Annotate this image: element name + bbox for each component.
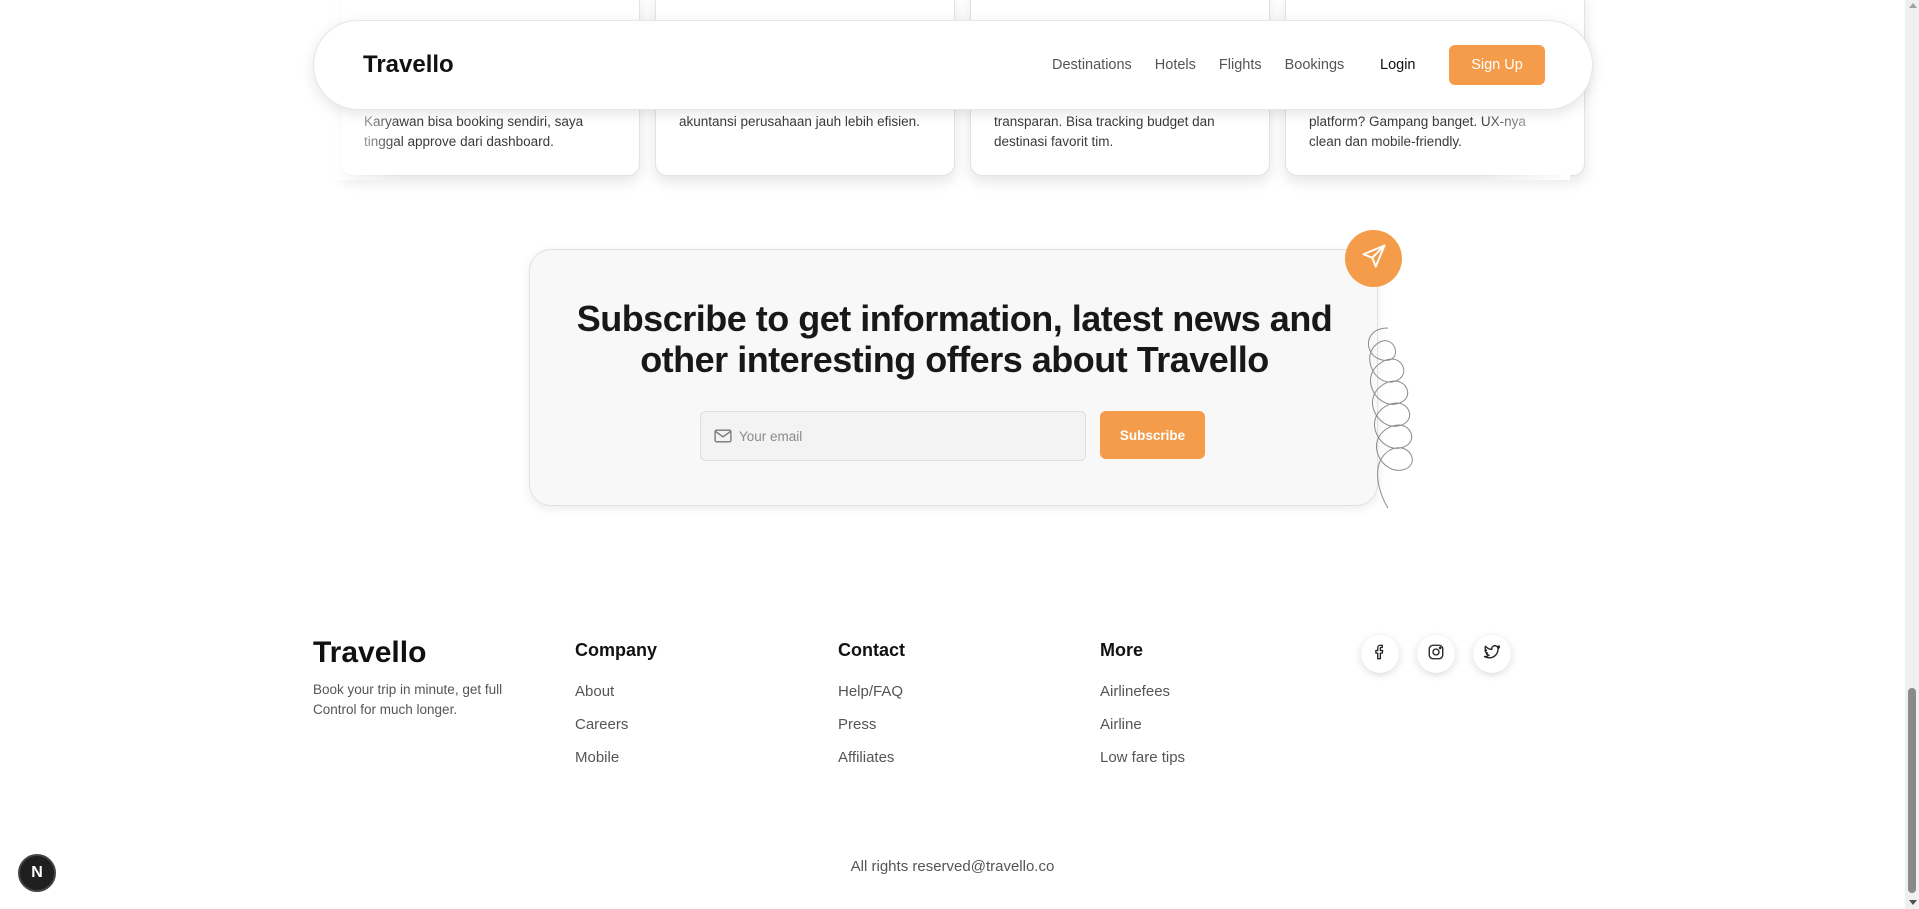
footer-link-airlinefees[interactable]: Airlinefees [1100,683,1185,700]
footer-column-more: More Airlinefees Airline Low fare tips [1100,640,1185,782]
testimonial-text: akuntansi perusahaan jauh lebih efisien. [679,114,920,129]
dev-tools-badge[interactable]: N [18,854,56,892]
scroll-up-arrow[interactable] [1909,3,1917,8]
twitter-button[interactable] [1473,635,1511,673]
footer-column-company: Company About Careers Mobile [575,640,657,782]
twitter-icon [1483,643,1501,666]
testimonial-text: Karyawan bisa booking sendiri, saya ting… [364,114,584,149]
footer-link-affiliates[interactable]: Affiliates [838,749,905,766]
instagram-icon [1427,643,1445,666]
footer-link-careers[interactable]: Careers [575,716,657,733]
paper-plane-icon [1360,242,1388,275]
footer-link-press[interactable]: Press [838,716,905,733]
nav-link-destinations[interactable]: Destinations [1052,57,1132,73]
email-input[interactable] [739,412,1069,460]
navbar-brand[interactable]: Travello [363,51,454,79]
mail-icon [713,426,733,451]
testimonial-text: transparan. Bisa tracking budget dan des… [994,114,1215,149]
spiral-decoration [1368,327,1413,509]
subscribe-section: Subscribe to get information, latest new… [529,249,1378,506]
scrollbar[interactable] [1905,0,1919,909]
footer-column-title: More [1100,640,1144,660]
footer-link-low-fare-tips[interactable]: Low fare tips [1100,749,1185,766]
navbar: Travello Destinations Hotels Flights Boo… [313,20,1593,110]
scroll-down-arrow[interactable] [1909,900,1917,905]
nav-link-hotels[interactable]: Hotels [1155,57,1196,73]
email-field[interactable] [700,411,1086,461]
subscribe-button[interactable]: Subscribe [1100,411,1205,459]
footer-brand[interactable]: Travello [313,636,426,670]
nav-links: Destinations Hotels Flights Bookings [1052,57,1344,73]
login-link[interactable]: Login [1380,57,1415,73]
instagram-button[interactable] [1417,635,1455,673]
footer-tagline: Book your trip in minute, get full Contr… [313,682,503,717]
footer-column-contact: Contact Help/FAQ Press Affiliates [838,640,905,782]
footer-column-title: Contact [838,640,905,660]
scroll-thumb[interactable] [1908,688,1916,893]
nav-link-flights[interactable]: Flights [1219,57,1262,73]
facebook-icon [1371,643,1389,666]
nav-link-bookings[interactable]: Bookings [1285,57,1345,73]
footer-link-help-faq[interactable]: Help/FAQ [838,683,905,700]
social-links [1361,635,1511,673]
facebook-button[interactable] [1361,635,1399,673]
footer-link-about[interactable]: About [575,683,657,700]
signup-button[interactable]: Sign Up [1449,45,1545,85]
subscribe-title: Subscribe to get information, latest new… [576,298,1333,380]
footer-link-mobile[interactable]: Mobile [575,749,657,766]
copyright-text: All rights reserved@travello.co [850,858,1055,875]
footer-column-title: Company [575,640,658,660]
send-badge [1345,230,1402,287]
footer-link-airline[interactable]: Airline [1100,716,1185,733]
